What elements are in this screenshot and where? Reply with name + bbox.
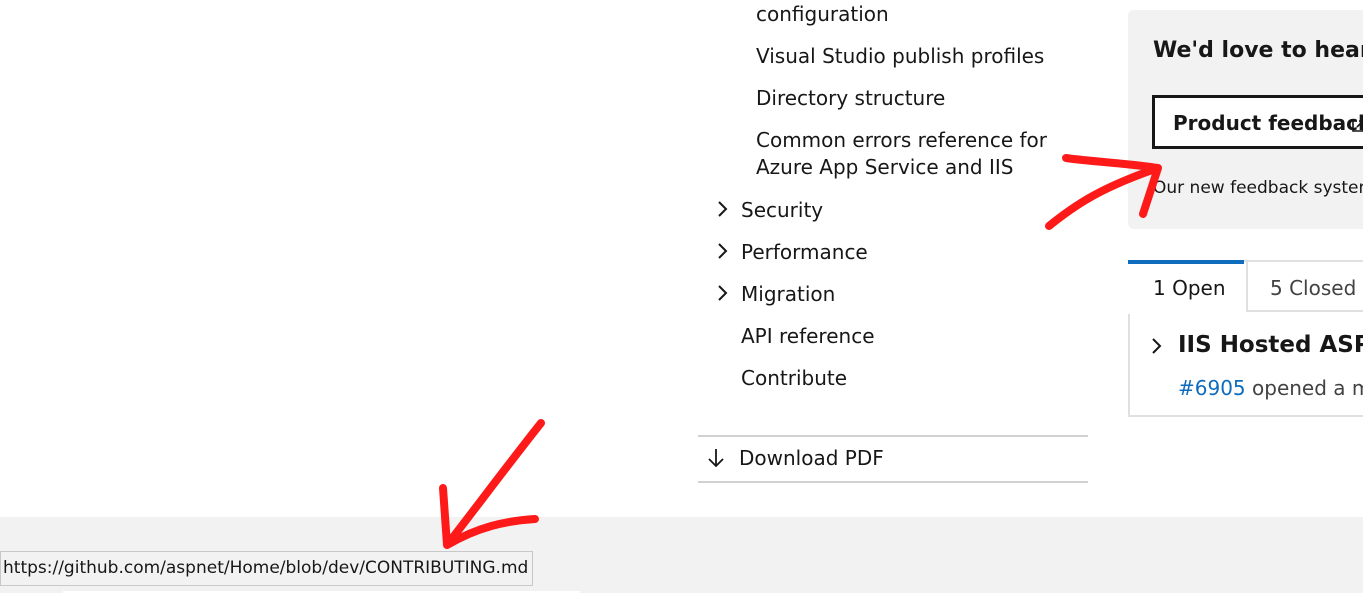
- toc-item-common-errors-line1[interactable]: Common errors reference for: [756, 127, 1047, 154]
- tab-open-label: 1 Open: [1153, 276, 1226, 300]
- download-pdf-label: Download PDF: [739, 446, 884, 470]
- issue-title[interactable]: IIS Hosted ASP.N: [1178, 332, 1363, 358]
- toc-item-directory-structure[interactable]: Directory structure: [756, 85, 945, 112]
- tab-closed-label: 5 Closed: [1270, 276, 1357, 300]
- tab-closed-issues[interactable]: 5 Closed: [1246, 262, 1363, 312]
- arrow-down-icon: [706, 447, 726, 473]
- feedback-title: We'd love to hear y: [1153, 38, 1363, 63]
- issue-meta-text: opened a mo: [1252, 376, 1363, 400]
- toc-item-visual-studio-publish-profiles[interactable]: Visual Studio publish profiles: [756, 43, 1044, 70]
- toc-item-performance[interactable]: Performance: [741, 239, 868, 266]
- issue-number-link[interactable]: #6905: [1178, 376, 1246, 400]
- chevron-right-icon[interactable]: [716, 283, 730, 303]
- tab-open-issues[interactable]: 1 Open: [1128, 260, 1244, 314]
- toc-item-configuration[interactable]: configuration: [756, 1, 889, 28]
- feedback-note: Our new feedback systen: [1153, 178, 1363, 198]
- status-bar-url: https://github.com/aspnet/Home/blob/dev/…: [0, 551, 534, 586]
- product-feedback-button[interactable]: Product feedback: [1152, 95, 1363, 149]
- feedback-card: We'd love to hear y Product feedback Our…: [1128, 10, 1363, 229]
- product-feedback-label: Product feedback: [1173, 111, 1363, 135]
- chevron-right-icon[interactable]: [1150, 336, 1164, 360]
- toc-item-migration[interactable]: Migration: [741, 281, 835, 308]
- chevron-right-icon[interactable]: [716, 241, 730, 261]
- download-pdf-button[interactable]: Download PDF: [698, 435, 1088, 483]
- toc-item-security[interactable]: Security: [741, 197, 823, 224]
- toc-item-contribute[interactable]: Contribute: [741, 365, 847, 392]
- issue-meta: #6905 opened a mo: [1178, 376, 1363, 400]
- toc-item-common-errors-line2[interactable]: Azure App Service and IIS: [756, 154, 1013, 181]
- page: configuration Visual Studio publish prof…: [0, 0, 1363, 593]
- issues-panel: 1 Open 5 Closed IIS Hosted ASP.N #6905 o…: [1128, 260, 1363, 417]
- external-link-icon: [1351, 118, 1363, 137]
- toc-item-api-reference[interactable]: API reference: [741, 323, 875, 350]
- chevron-right-icon[interactable]: [716, 199, 730, 219]
